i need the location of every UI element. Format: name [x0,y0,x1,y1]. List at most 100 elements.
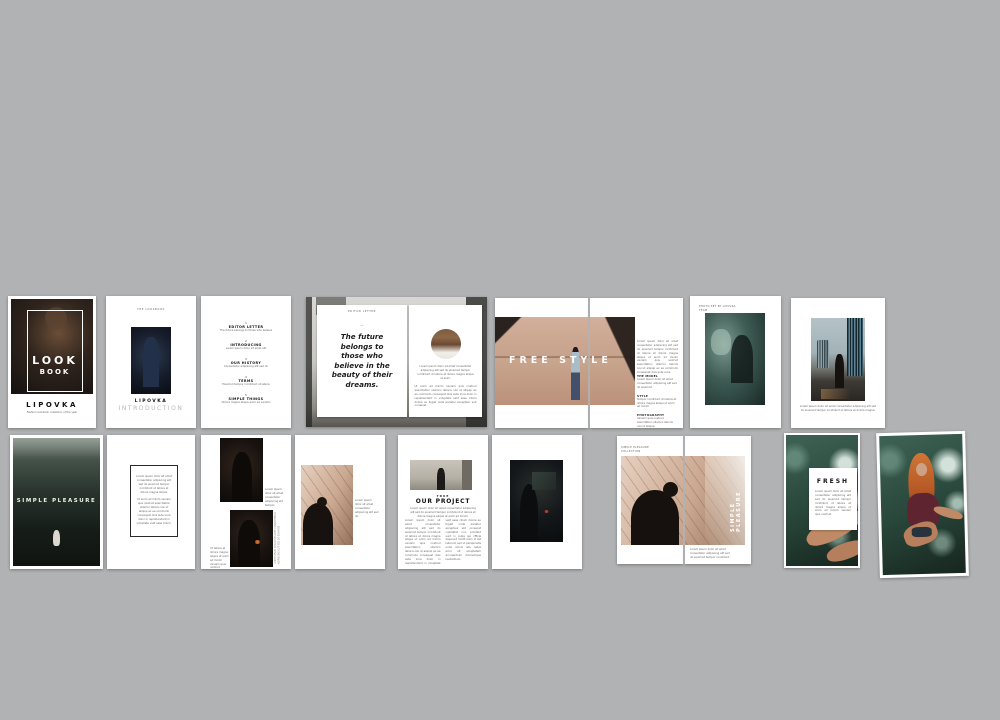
city-tower [847,318,863,376]
project-title: OUR PROJECT [403,498,483,505]
dark-vertical-caption: LOREM IPSUM DOLOR SIT AMET CONSECTETUR A… [274,512,278,564]
intro-top-label: THE LOOKBOOK [126,308,176,312]
city-photo [811,318,865,401]
simple-pleasure-title: SIMPLE PLEASURE [15,498,98,504]
free-style-sections: THE MODEL Lorem ipsum dolor sit amet con… [637,374,678,429]
free-style-spread: FREE STYLE Lorem ipsum dolor sit amet co… [495,298,683,428]
page-glass-hand: PHOTO SET BY LIPOVKA TEAM [690,296,781,428]
page-editor-letter-right: Lorem ipsum dolor sit amet consectetur a… [409,305,483,417]
model-shorts [912,527,932,538]
dark-caption-1: Lorem ipsum dolor sit amet consectetur a… [265,488,288,507]
cover-tagline: Fashion lookbook collection of the year [16,411,88,415]
glass-model-silhouette [731,335,753,383]
free-style-section: PHOTOGRAPHY Veniam quis nostrud exercita… [637,413,678,429]
page-simple-pleasure-cover: SIMPLE PLEASURE [10,435,103,569]
spread-gutter [683,436,685,564]
intro-model-silhouette [143,337,159,387]
cover-title-book: BOOK [27,368,83,376]
screen-glow [532,472,556,490]
forest-photo: SIMPLE PLEASURE [13,438,100,566]
glass-hand-photo [705,313,765,405]
contents-item: 2 INTRODUCING Lorem ipsum dolor sit amet… [211,340,281,351]
warm-light-spot [254,540,261,544]
contents-item-subtitle: Eiusmod tempor incididunt ut labore [211,383,281,387]
contents-item-subtitle: Dolore magna aliqua enim ad veniam [211,401,281,405]
pleasure-top-caption: SIMPLE PLEASURE COLLECTION [621,446,661,454]
letter-para1: Lorem ipsum dolor sit amet consectetur a… [136,475,172,494]
page-project-left: TRUE OUR PROJECT Lorem ipsum dolor sit a… [398,435,488,569]
editor-letter-mark: — [359,323,365,327]
pleasure-spread: SIMPLE PLEASURE COLLECTION SIMPLE PLEASU… [617,436,751,564]
project-body: Lorem ipsum dolor sit amet consectetur a… [405,519,481,566]
page-contents: 1 EDITOR LETTER The future belongs to th… [201,296,291,428]
page-letter-box: Lorem ipsum dolor sit amet consectetur a… [107,435,195,569]
intro-brand: LIPOVKA [116,399,186,404]
hiker-figure [53,530,60,546]
editor-letter-para1: Lorem ipsum dolor sit amet consectetur a… [417,365,475,381]
tiled-wall-photo [301,465,353,545]
section-text: Veniam quis nostrud exercitation ullamco… [637,417,678,429]
cover-frame [27,310,83,392]
editor-avatar-photo [431,329,461,359]
project-photo [410,460,472,490]
editor-letter-header: EDITOR LETTER [337,310,387,314]
dark-photo-1 [220,438,263,502]
contents-item: 1 EDITOR LETTER The future belongs to th… [211,322,281,333]
dark-photo-2 [230,510,273,567]
free-style-title: FREE STYLE [509,355,629,366]
pleasure-caption: Lorem ipsum dolor sit amet consectetur a… [690,548,730,560]
editor-letter-para2: Ut enim ad minim veniam quis nostrud exe… [415,385,477,408]
free-style-photo: FREE STYLE [495,317,635,405]
city-caption: Lorem ipsum dolor sit amet consectetur a… [799,405,877,413]
template-preview-canvas: LOOK BOOK LIPOVKA Fashion lookbook colle… [0,0,1000,720]
hand-palm-shape [711,329,731,355]
contents-item-subtitle: The future belongs to those who believe [211,329,281,333]
city-model-silhouette [835,354,844,388]
project-model-silhouette [437,468,445,490]
doorway-shadow [462,460,472,490]
free-style-intro: Lorem ipsum dolor sit amet consectetur a… [637,340,678,375]
page-fresh-left: FRESH Lorem ipsum dolor sit amet consect… [784,433,860,568]
tiled-model-head [317,497,327,507]
free-style-section: STYLE Tempor incididunt ut labore et dol… [637,394,678,410]
pleasure-model-head [663,482,678,497]
editor-letter-quote: The future belongs to those who believe … [331,332,393,389]
contents-item: 3 OUR HISTORY Consectetur adipiscing eli… [211,358,281,369]
cover-brand: LIPOVKA [12,401,92,409]
project-dark-figure [520,484,538,542]
red-light-spot [544,510,549,513]
cover-title-look: LOOK [27,354,83,367]
project-subtitle: Lorem ipsum dolor sit amet consectetur a… [408,507,478,519]
page-editor-letter-left: EDITOR LETTER — The future belongs to th… [317,305,407,417]
project-spread: TRUE OUR PROJECT Lorem ipsum dolor sit a… [398,435,582,569]
letter-para2: Ut enim ad minim veniam quis nostrud exe… [136,498,172,525]
city-building [817,340,829,368]
page-project-right [492,435,582,569]
intro-title: INTRODUCTION [111,405,191,412]
page-dark-right: Lorem ipsum dolor sit amet consectetur a… [295,435,385,569]
page-cover: LOOK BOOK LIPOVKA Fashion lookbook colle… [8,296,96,428]
intro-photo [131,327,171,394]
section-text: Tempor incididunt ut labore et dolore ma… [637,398,678,410]
contents-item: 5 SIMPLE THINGS Dolore magna aliqua enim… [211,394,281,405]
dark-caption-2: Ut labore et dolore magna aliqua ut enim… [210,547,229,570]
pleasure-model-silhouette [631,490,679,545]
fresh-right-photo [879,434,966,575]
pleasure-vertical-title: SIMPLE PLEASURE [730,470,737,532]
contents-item: 4 TERMS Eiusmod tempor incididunt ut lab… [211,376,281,387]
page-dark-left: Lorem ipsum dolor sit amet consectetur a… [201,435,291,569]
project-dark-photo [510,460,563,542]
ground-reflection [821,389,851,399]
contents-item-subtitle: Lorem ipsum dolor sit amet elit [211,347,281,351]
fog-overlay [13,438,100,460]
dark-spread: Lorem ipsum dolor sit amet consectetur a… [201,435,385,569]
editor-letter-spread-background-photo: EDITOR LETTER — The future belongs to th… [306,297,487,427]
tiled-model-silhouette [303,503,333,545]
section-text: Lorem ipsum dolor sit amet consectetur a… [637,378,678,390]
page-fresh-right [876,431,969,578]
letter-border-box: Lorem ipsum dolor sit amet consectetur a… [130,465,178,537]
free-style-section: THE MODEL Lorem ipsum dolor sit amet con… [637,374,678,390]
glass-caption: PHOTO SET BY LIPOVKA TEAM [699,305,741,313]
page-city: Lorem ipsum dolor sit amet consectetur a… [791,298,885,428]
spread-gutter [588,298,590,428]
